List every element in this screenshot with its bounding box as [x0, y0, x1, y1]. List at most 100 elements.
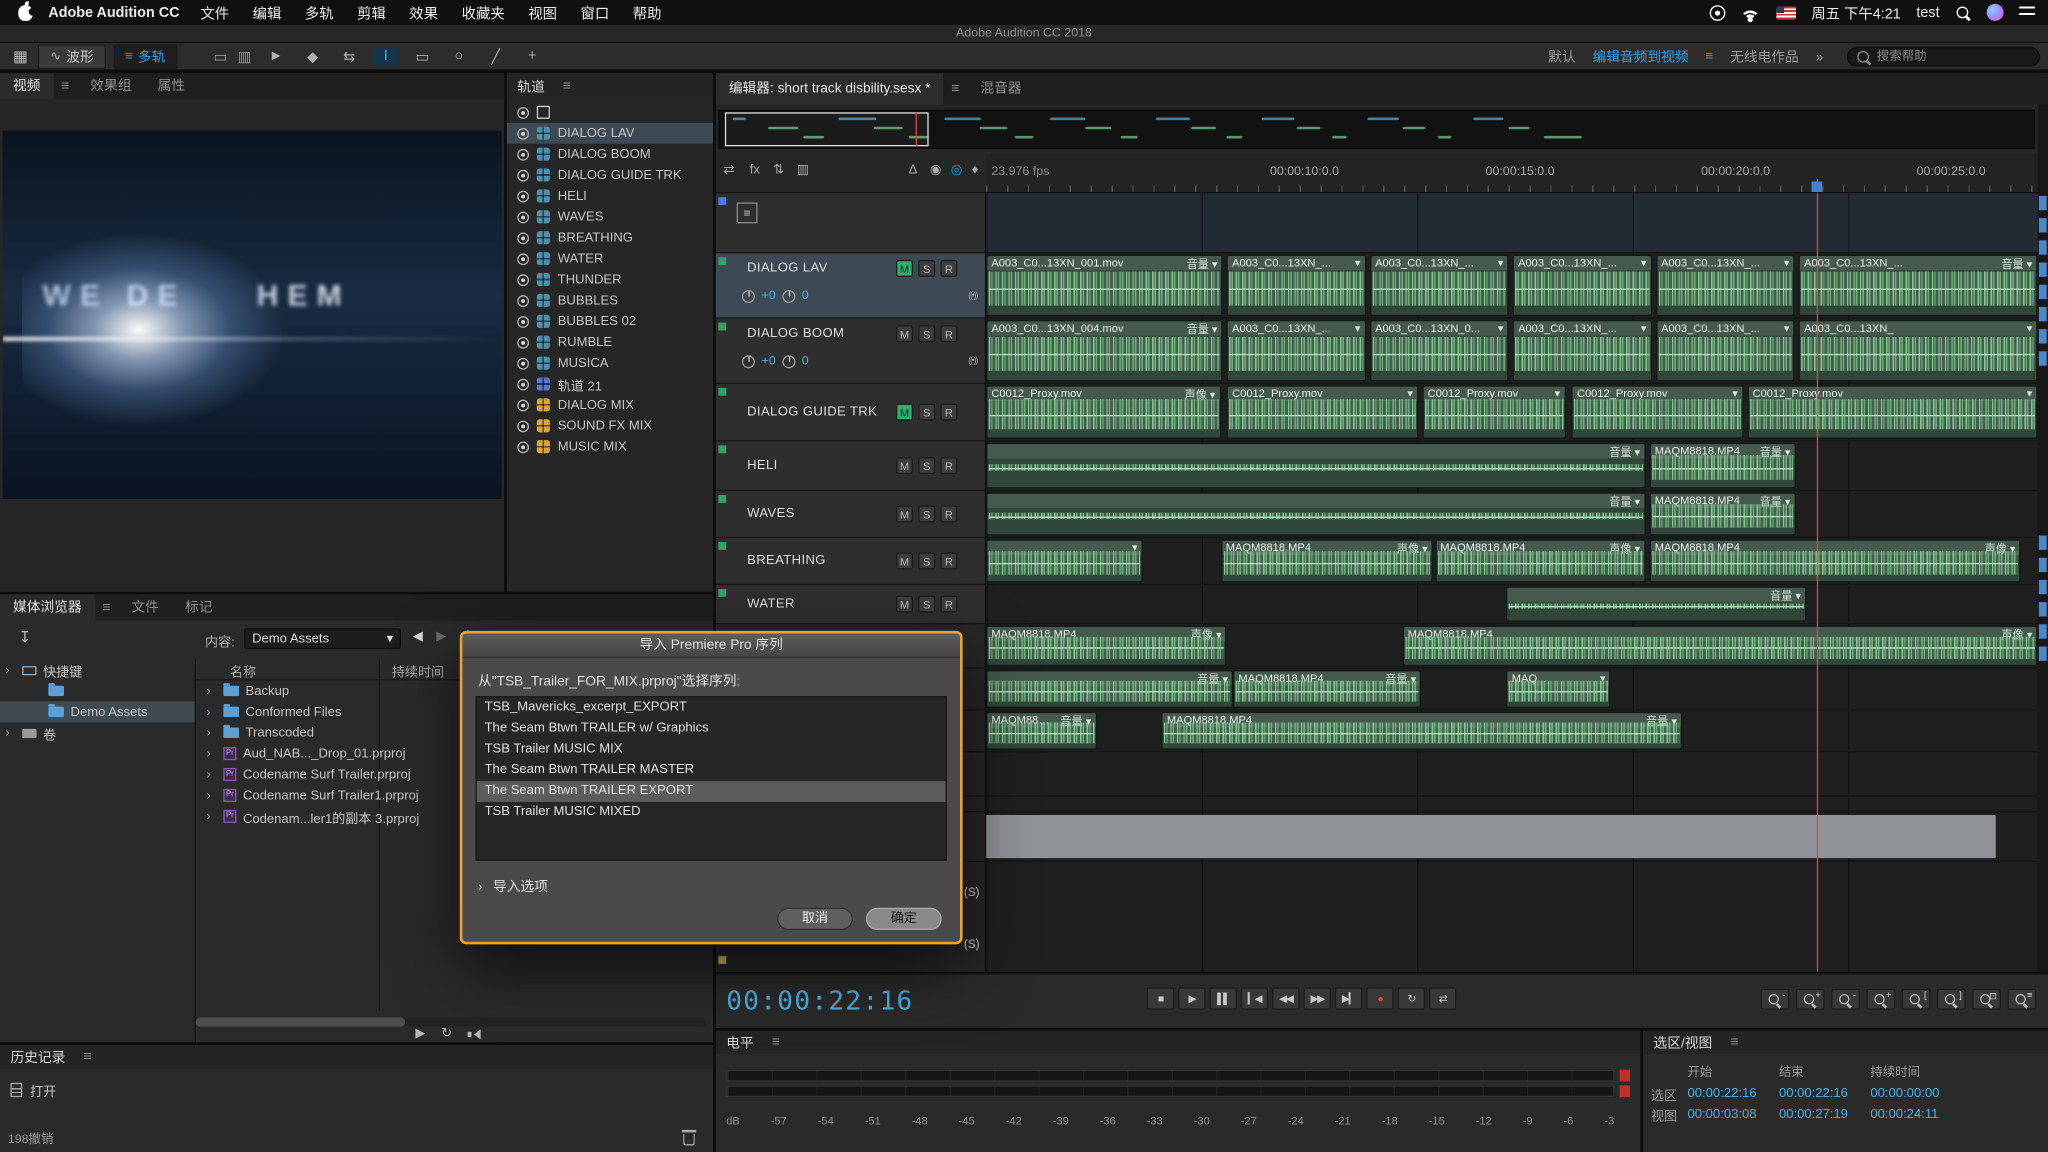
sequence-item[interactable]: The Seam Btwn TRAILER MASTER: [477, 760, 946, 781]
monitoring-icon[interactable]: ◉: [930, 163, 941, 177]
clip-indicator-left[interactable]: [1620, 1070, 1630, 1082]
track-header[interactable]: HELIMSR: [716, 441, 986, 489]
mute-button[interactable]: M: [896, 456, 913, 473]
clip-dropdown[interactable]: 音量 ▾: [1609, 494, 1640, 508]
routing-icon[interactable]: ⇅: [773, 163, 784, 177]
timeline-lane[interactable]: C0012_Proxy.mov声像 ▾C0012_Proxy.mov▾C0012…: [986, 384, 2037, 440]
mute-button[interactable]: M: [896, 325, 913, 342]
track-list-item[interactable]: THUNDER: [507, 269, 713, 290]
track-visibility-icon[interactable]: [517, 441, 529, 453]
disclosure-icon[interactable]: ›: [206, 767, 216, 781]
clip-dropdown[interactable]: ▾: [1498, 321, 1504, 335]
audio-clip[interactable]: A003_C0...13XN_...▾: [1656, 320, 1795, 381]
clip-dropdown[interactable]: ▾: [2027, 321, 2033, 335]
audio-clip[interactable]: C0012_Proxy.mov▾: [1572, 385, 1743, 439]
disclosure-icon[interactable]: ›: [206, 684, 216, 698]
zoom-in-amplitude-button[interactable]: +: [1796, 989, 1825, 1010]
forward-button[interactable]: ▶: [436, 630, 446, 644]
clip-dropdown[interactable]: 声像 ▾: [1184, 387, 1215, 401]
track-list-item[interactable]: BUBBLES: [507, 290, 713, 311]
go-to-start-button[interactable]: ▎◀: [1241, 987, 1268, 1009]
track-header[interactable]: WAVESMSR: [716, 491, 986, 537]
rewind-button[interactable]: ◀◀: [1272, 987, 1299, 1009]
clip-indicator-right[interactable]: [1620, 1085, 1630, 1097]
audio-clip[interactable]: A003_C0...13XN_...▾: [1513, 320, 1652, 381]
menubar-user[interactable]: test: [1916, 5, 1939, 21]
overview-view-box[interactable]: [725, 112, 929, 146]
volume-knob[interactable]: [742, 289, 755, 302]
audio-clip[interactable]: A003_C0...13XN_004.mov音量 ▾: [986, 320, 1223, 381]
audio-clip[interactable]: MAQM8818.MP4声像 ▾: [1402, 626, 2037, 666]
menu-item[interactable]: 剪辑: [357, 2, 386, 23]
marquee-selection-tool[interactable]: ▭: [411, 48, 435, 65]
track-visibility-icon[interactable]: [517, 336, 529, 348]
trash-icon[interactable]: [683, 1134, 695, 1146]
clip-dropdown[interactable]: ▾: [1732, 387, 1738, 401]
clip-dropdown[interactable]: 音量 ▾: [1187, 256, 1218, 270]
timeline-lane[interactable]: 音量 ▾: [986, 585, 2037, 623]
audio-clip[interactable]: A003_C0...13XN_...音量 ▾: [1799, 255, 2038, 316]
track-visibility-icon[interactable]: [517, 399, 529, 411]
media-tree-item[interactable]: ›卷: [0, 722, 195, 743]
audio-clip[interactable]: MAQM8818.MP4音量 ▾: [1650, 443, 1796, 489]
menu-item[interactable]: 窗口: [580, 2, 609, 23]
record-arm-button[interactable]: R: [940, 456, 957, 473]
pencil-tool[interactable]: ╱: [484, 48, 508, 65]
record-arm-button[interactable]: R: [940, 505, 957, 522]
zoom-in-point-button[interactable]: [: [1902, 989, 1931, 1010]
audio-clip[interactable]: A003_C0...13XN_▾: [1799, 320, 2038, 381]
sequence-item[interactable]: TSB_Mavericks_excerpt_EXPORT: [477, 697, 946, 718]
clip-dropdown[interactable]: 音量 ▾: [1770, 588, 1801, 602]
tab-1[interactable]: 视频: [0, 73, 54, 99]
clip-dropdown[interactable]: ▾: [1498, 256, 1504, 270]
track-list-video-track[interactable]: [507, 102, 713, 123]
import-icon[interactable]: ↧: [18, 628, 31, 646]
audio-clip[interactable]: MAQM8818.MP4声像 ▾: [1435, 539, 1645, 582]
clip-dropdown[interactable]: 音量 ▾: [1609, 444, 1640, 458]
record-arm-button[interactable]: R: [940, 325, 957, 342]
mute-button[interactable]: M: [896, 552, 913, 569]
audio-clip[interactable]: MAQ...▾: [1507, 670, 1611, 708]
pan-knob[interactable]: [782, 289, 795, 302]
timeline-overview-navigator[interactable]: [718, 110, 2035, 149]
tab-1[interactable]: 媒体浏览器: [0, 594, 95, 620]
audio-clip[interactable]: A003_C0...13XN_...▾: [1370, 255, 1509, 316]
video-track-menu-icon[interactable]: ≡: [737, 202, 758, 223]
clip-dropdown[interactable]: ▾: [2027, 387, 2033, 401]
track-list-item[interactable]: MUSIC MIX: [507, 436, 713, 457]
pause-button[interactable]: ▌▌: [1209, 987, 1236, 1009]
record-arm-button[interactable]: R: [940, 403, 957, 420]
menu-item[interactable]: 编辑: [253, 2, 282, 23]
timeline-lane[interactable]: 音量 ▾ MAQM8818.MP4音量 ▾: [986, 491, 2037, 537]
fast-forward-button[interactable]: ▶▶: [1304, 987, 1331, 1009]
tab-2[interactable]: 文件: [118, 594, 172, 620]
tab-3[interactable]: 属性: [145, 73, 199, 99]
app-status-icon[interactable]: [1709, 5, 1725, 21]
track-list-item[interactable]: MUSICA: [507, 353, 713, 374]
import-options-toggle[interactable]: ›导入选项: [478, 876, 944, 896]
audio-clip[interactable]: MAQM8818.MP4音量 ▾: [1650, 492, 1796, 535]
track-list-item[interactable]: BUBBLES 02: [507, 311, 713, 332]
mute-button[interactable]: M: [896, 505, 913, 522]
audio-clip[interactable]: MAQM8818.MP4声像 ▾: [1221, 539, 1433, 582]
notification-center-icon[interactable]: [2019, 6, 2035, 19]
audio-clip[interactable]: A003_C0...13XN_...▾: [1656, 255, 1795, 316]
playhead-time-display[interactable]: 00:00:22:16: [726, 985, 913, 1016]
tab-3[interactable]: 标记: [172, 594, 226, 620]
disclosure-icon[interactable]: ›: [206, 726, 216, 740]
skip-selection-button[interactable]: ⇄: [1429, 987, 1456, 1009]
clip-dropdown[interactable]: ▾: [1784, 321, 1790, 335]
track-visibility-icon[interactable]: [517, 378, 529, 390]
audio-clip[interactable]: MAQM8818.MP4音量 ▾: [1233, 670, 1421, 708]
track-visibility-icon[interactable]: [517, 211, 529, 223]
histogram-icon[interactable]: ▥: [797, 163, 809, 177]
panel-menu-icon[interactable]: ≡: [944, 81, 968, 97]
input-language-flag-icon[interactable]: [1776, 6, 1796, 19]
apple-menu-icon[interactable]: [18, 5, 32, 21]
menu-item[interactable]: 帮助: [633, 2, 662, 23]
zoom-out-time-button[interactable]: -: [1831, 989, 1860, 1010]
preview-loop-icon[interactable]: ↻: [441, 1027, 452, 1041]
disclosure-icon[interactable]: ›: [206, 788, 216, 802]
show-waveform-icon[interactable]: ▭: [214, 48, 228, 65]
solo-button[interactable]: S: [918, 325, 935, 342]
